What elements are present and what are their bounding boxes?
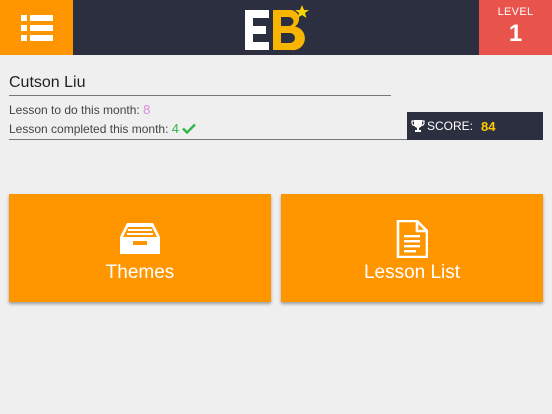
- app-logo: [243, 4, 309, 52]
- divider: [9, 95, 391, 96]
- menu-button[interactable]: [0, 0, 73, 55]
- lessons-completed-label: Lesson completed this month:: [9, 122, 169, 136]
- score-panel: SCORE: 84: [407, 112, 543, 140]
- lessons-completed-row: Lesson completed this month: 4: [9, 121, 197, 136]
- list-menu-icon: [20, 14, 53, 41]
- lessons-todo-label: Lesson to do this month:: [9, 103, 140, 117]
- score-value: 84: [481, 118, 496, 134]
- lesson-list-button[interactable]: Lesson List: [281, 194, 543, 302]
- user-name: Cutson Liu: [9, 74, 86, 91]
- themes-button[interactable]: Themes: [9, 194, 271, 302]
- divider: [9, 139, 407, 140]
- lesson-list-label: Lesson List: [363, 262, 461, 283]
- checkmark-icon: [182, 123, 197, 135]
- document-icon: [396, 219, 429, 263]
- top-bar: LEVEL 1: [0, 0, 552, 55]
- level-label: LEVEL: [497, 6, 534, 18]
- level-value: 1: [508, 20, 523, 47]
- inbox-tray-icon: [119, 220, 161, 261]
- lessons-todo-value: 8: [143, 102, 151, 117]
- themes-label: Themes: [105, 262, 175, 283]
- lessons-completed-value: 4: [171, 121, 179, 136]
- level-badge: LEVEL 1: [479, 0, 552, 55]
- lessons-todo-row: Lesson to do this month: 8: [9, 102, 150, 117]
- trophy-icon: [411, 119, 425, 133]
- score-label: SCORE:: [427, 119, 474, 133]
